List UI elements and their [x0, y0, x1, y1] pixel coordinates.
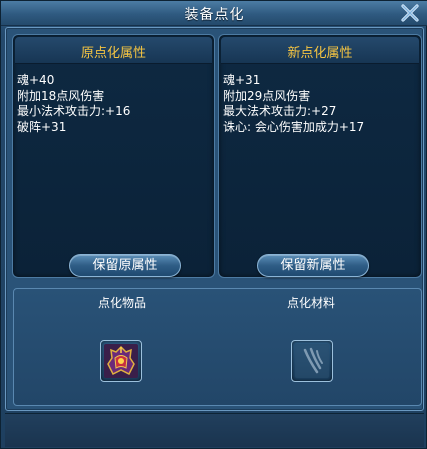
ornate-helmet-icon	[104, 344, 138, 378]
item-slot-label: 点化物品	[97, 296, 146, 310]
material-slot[interactable]	[291, 340, 333, 382]
attribute-line: 魂+31	[223, 73, 261, 87]
attribute-line: 附加18点风伤害	[17, 88, 105, 103]
material-slot-label: 点化材料	[286, 296, 335, 310]
new-panel-header: 新点化属性	[221, 37, 419, 64]
attribute-line: 诛心: 会心伤害加成力+17	[223, 119, 365, 134]
attribute-line: 魂+40	[17, 73, 55, 87]
attribute-line: 破阵+31	[17, 119, 67, 134]
new-attribute-list: 魂+31 附加29点风伤害 最大法术攻击力:+27 诛心: 会心伤害加成力+17	[223, 73, 364, 135]
attribute-line: 最大法术攻击力:+27	[223, 104, 337, 118]
close-x-icon	[401, 4, 419, 22]
attribute-line: 最小法术攻击力:+16	[17, 104, 131, 118]
close-button[interactable]	[400, 4, 420, 22]
empty-material-claw-icon	[295, 344, 329, 378]
original-panel-header: 原点化属性	[15, 37, 212, 64]
keep-new-button[interactable]: 保留新属性	[257, 254, 369, 277]
item-slot[interactable]	[100, 340, 142, 382]
original-panel-title: 原点化属性	[80, 46, 146, 61]
keep-original-button[interactable]: 保留原属性	[69, 254, 181, 277]
original-attributes-panel: 原点化属性 魂+40 附加18点风伤害 最小法术攻击力:+16 破阵+31	[12, 34, 215, 278]
new-panel-title: 新点化属性	[287, 46, 353, 61]
refine-equipment-window: 装备点化 原点化属性 魂+40 附加18点风伤害 最小法术攻击力:+16 破阵+…	[0, 0, 427, 449]
title-bar[interactable]: 装备点化	[1, 1, 427, 26]
window-title: 装备点化	[184, 7, 245, 23]
new-attributes-panel: 新点化属性 魂+31 附加29点风伤害 最大法术攻击力:+27 诛心: 会心伤害…	[218, 34, 422, 278]
attribute-line: 附加29点风伤害	[223, 88, 311, 103]
original-attribute-list: 魂+40 附加18点风伤害 最小法术攻击力:+16 破阵+31	[17, 73, 130, 135]
footer-strip	[5, 413, 424, 447]
